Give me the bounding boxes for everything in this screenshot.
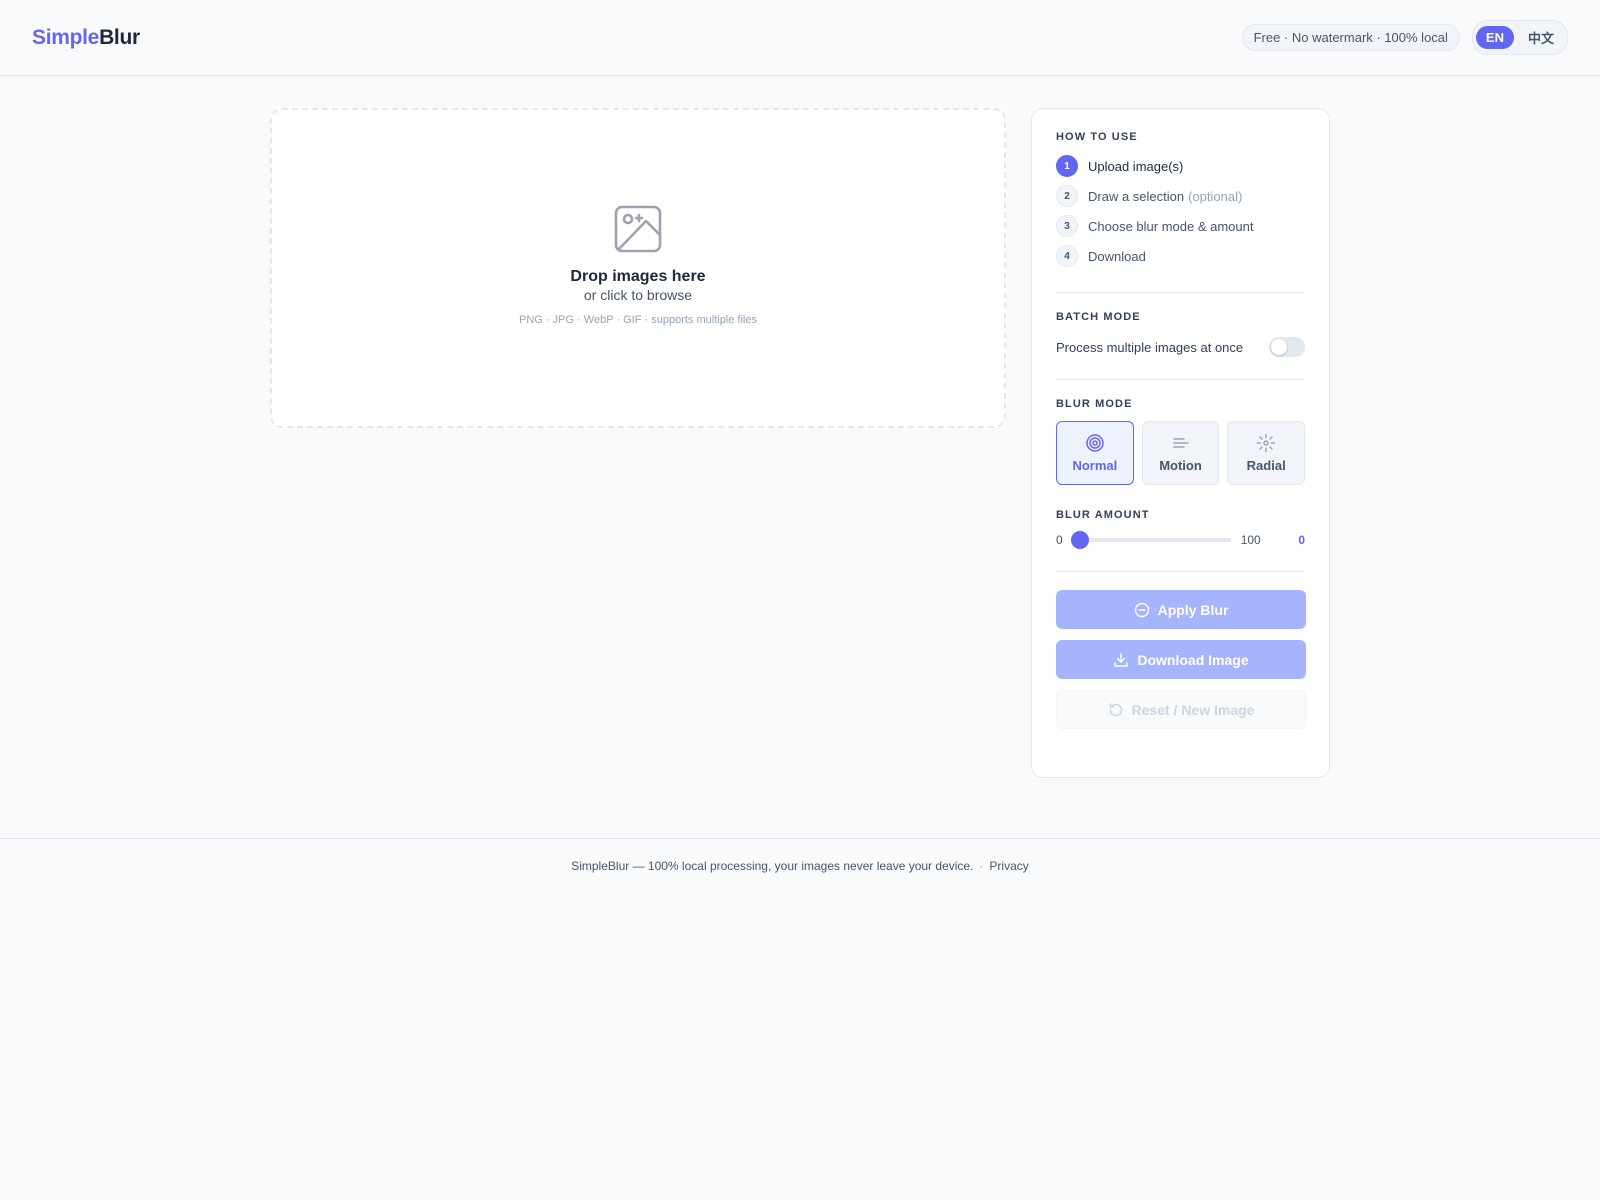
step-label: Download [1088,248,1146,264]
logo-part-blur: Blur [99,25,140,49]
divider [1056,379,1305,380]
motion-lines-icon [1172,438,1189,448]
blur-amount-title: BLUR AMOUNT [1056,509,1150,521]
step-optional-note: (optional) [1188,188,1243,204]
language-switch: EN 中文 [1471,20,1568,55]
blur-mode-title: BLUR MODE [1056,398,1133,410]
step-number: 4 [1056,245,1078,267]
control-panel: HOW TO USE 1 Upload image(s) 2 Draw a se… [1031,108,1330,778]
apply-blur-button[interactable]: Apply Blur [1056,590,1306,629]
step-item: 4 Download [1056,241,1305,271]
step-number: 3 [1056,215,1078,237]
dropzone-title: Drop images here [570,268,706,285]
mode-radial-button[interactable]: Radial [1227,421,1306,485]
reset-label: Reset / New Image [1131,701,1255,718]
lang-en-button[interactable]: EN [1475,26,1514,49]
blur-amount-value: 0 [1298,533,1305,547]
slider-thumb[interactable] [1070,531,1089,549]
image-icon [614,205,662,253]
logo-part-simple: Simple [32,25,100,49]
step-item: 3 Choose blur mode & amount [1056,211,1305,241]
image-dropzone[interactable]: Drop images here or click to browse PNG … [270,108,1006,428]
slider-max-label: 100 [1240,533,1261,547]
dropzone-subtitle: or click to browse [583,287,693,303]
privacy-link[interactable]: Privacy [989,859,1028,873]
download-icon [1114,652,1129,667]
lang-zh-button[interactable]: 中文 [1518,24,1564,51]
target-icon [1086,434,1104,452]
feature-badge: Free · No watermark · 100% local [1241,24,1460,51]
how-to-use-title: HOW TO USE [1056,131,1138,143]
blur-mode-options: Normal Motion Radial [1056,421,1306,485]
footer-separator: · [979,859,984,873]
download-image-button[interactable]: Download Image [1056,640,1306,679]
mode-label: Motion [1159,458,1202,473]
divider [1056,571,1305,572]
apply-blur-label: Apply Blur [1157,601,1229,618]
batch-mode-label: Process multiple images at once [1056,339,1244,355]
reset-button[interactable]: Reset / New Image [1056,690,1306,729]
mode-label: Radial [1246,458,1286,473]
logo[interactable]: SimpleBlur [32,26,140,50]
step-label: Choose blur mode & amount [1088,218,1254,234]
steps-list: 1 Upload image(s) 2 Draw a selection (op… [1056,151,1305,271]
footer-text: SimpleBlur — 100% local processing, your… [571,859,974,873]
top-header: SimpleBlur Free · No watermark · 100% lo… [0,0,1600,76]
step-number: 1 [1056,155,1078,177]
batch-mode-row: Process multiple images at once [1056,337,1305,357]
divider [1056,292,1305,293]
toggle-knob [1271,339,1287,355]
step-item: 1 Upload image(s) [1056,151,1305,181]
header-right: Free · No watermark · 100% local EN 中文 [1241,20,1568,55]
reset-icon [1109,702,1122,716]
blur-circle-icon [1134,602,1149,617]
slider-min-label: 0 [1056,533,1063,547]
step-label: Draw a selection [1088,188,1185,204]
batch-mode-title: BATCH MODE [1056,311,1141,323]
step-item: 2 Draw a selection (optional) [1056,181,1305,211]
batch-mode-toggle[interactable] [1269,337,1305,357]
dropzone-formats: PNG · JPG · WebP · GIF · supports multip… [519,314,757,326]
mode-motion-button[interactable]: Motion [1141,421,1220,485]
blur-amount-slider[interactable] [1070,531,1231,549]
mode-normal-button[interactable]: Normal [1056,421,1134,485]
step-number: 2 [1056,185,1078,207]
radial-burst-icon [1256,433,1276,453]
blur-amount-row: 0 100 0 [1056,531,1305,549]
action-buttons: Apply Blur Download Image Reset / New Im… [1056,590,1306,729]
page-footer: SimpleBlur — 100% local processing, your… [0,838,1600,873]
download-image-label: Download Image [1137,651,1249,668]
step-label: Upload image(s) [1088,158,1184,174]
mode-label: Normal [1072,458,1118,473]
